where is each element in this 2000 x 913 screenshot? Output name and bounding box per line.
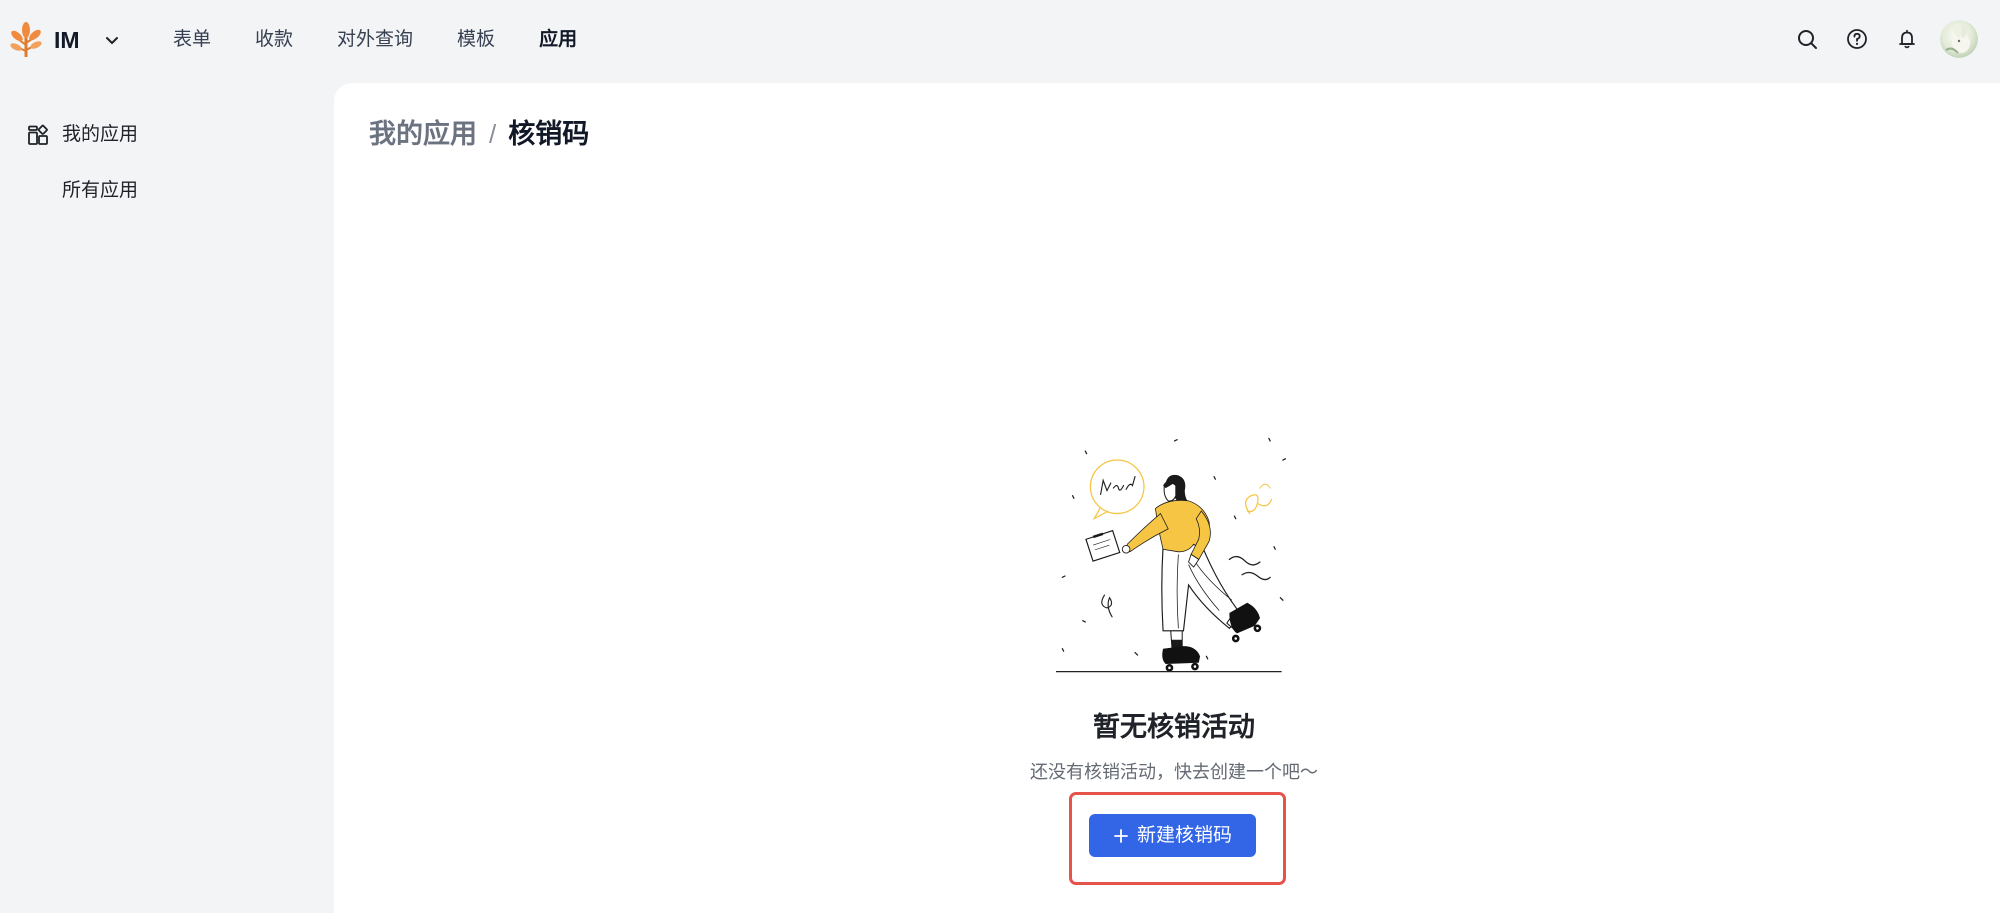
- clipboard: [1085, 529, 1121, 562]
- search-icon[interactable]: [1796, 28, 1818, 50]
- create-redemption-code-button[interactable]: 新建核销码: [1089, 814, 1256, 857]
- top-bar: IM 表单 收款 对外查询 模板 应用: [0, 0, 2000, 83]
- nav-item-apps[interactable]: 应用: [539, 27, 577, 53]
- plus-icon: [1113, 828, 1129, 844]
- avatar[interactable]: [1940, 20, 1978, 58]
- empty-state-title: 暂无核销活动: [1093, 712, 1255, 742]
- sidebar-group-label: 我的应用: [62, 124, 139, 145]
- skater-figure: [1121, 474, 1262, 672]
- apps-icon: [27, 124, 49, 146]
- workspace-switcher[interactable]: IM: [54, 26, 122, 54]
- nav-item-forms[interactable]: 表单: [173, 27, 211, 53]
- nav-item-payments[interactable]: 收款: [255, 27, 293, 53]
- breadcrumb-parent-link[interactable]: 我的应用: [369, 116, 477, 152]
- nav-item-templates[interactable]: 模板: [457, 27, 495, 53]
- tree-logo-icon[interactable]: [9, 21, 43, 58]
- app-name: IM: [54, 27, 80, 53]
- sidebar-item-label: 所有应用: [62, 180, 139, 201]
- breadcrumb: 我的应用 / 核销码: [369, 116, 589, 152]
- button-label: 新建核销码: [1136, 824, 1232, 846]
- breadcrumb-separator: /: [489, 119, 497, 149]
- sidebar-group-my-apps[interactable]: 我的应用: [27, 122, 138, 148]
- roller-skater-illustration: [1056, 437, 1288, 673]
- chevron-down-icon[interactable]: [102, 30, 122, 50]
- speech-bubble: [1089, 459, 1145, 521]
- main-nav: 表单 收款 对外查询 模板 应用: [173, 27, 577, 53]
- empty-state-description: 还没有核销活动，快去创建一个吧～: [1030, 762, 1318, 782]
- bell-icon[interactable]: [1896, 28, 1918, 50]
- nav-item-public-query[interactable]: 对外查询: [337, 27, 413, 53]
- page-title: 核销码: [508, 119, 590, 149]
- sidebar: 我的应用 所有应用: [0, 83, 334, 913]
- sidebar-item-all-apps[interactable]: 所有应用: [62, 178, 138, 204]
- content-panel: 我的应用 / 核销码 暂无核销活动 还没有核销活动，快去创建一个吧～ 新建核销码: [334, 83, 2000, 913]
- help-icon[interactable]: [1846, 28, 1868, 50]
